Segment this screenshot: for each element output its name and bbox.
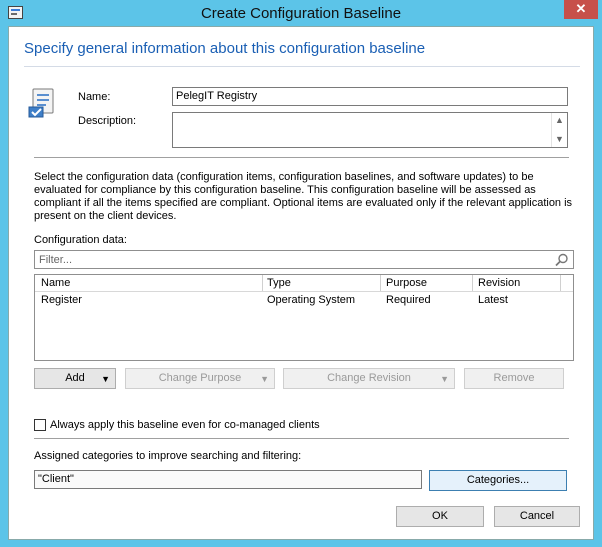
dialog-content: Specify general information about this c… [8, 26, 594, 540]
dropdown-arrow-icon: ▼ [440, 374, 449, 384]
categories-field[interactable]: "Client" [34, 470, 422, 489]
config-data-table[interactable]: Name Type Purpose Revision Register Oper… [34, 274, 574, 361]
heading-divider [24, 66, 580, 67]
column-header-purpose[interactable]: Purpose [386, 277, 427, 289]
add-button[interactable]: Add ▼ [34, 368, 116, 389]
section-divider [34, 438, 569, 439]
name-label: Name: [78, 91, 111, 103]
column-header-name[interactable]: Name [41, 277, 70, 289]
column-divider[interactable] [560, 275, 561, 291]
categories-button[interactable]: Categories... [429, 470, 567, 491]
page-heading: Specify general information about this c… [24, 40, 426, 57]
column-header-type[interactable]: Type [267, 277, 291, 289]
window-title: Create Configuration Baseline [200, 5, 402, 22]
dialog-window: Create Configuration Baseline ✕ Specify … [0, 0, 602, 547]
search-icon[interactable] [555, 253, 569, 267]
categories-label: Assigned categories to improve searching… [34, 450, 302, 462]
name-field[interactable]: PelegIT Registry [172, 87, 568, 106]
description-scrollbar[interactable]: ▲ ▼ [551, 113, 567, 147]
close-button[interactable]: ✕ [564, 0, 598, 19]
remove-button[interactable]: Remove [464, 368, 564, 389]
column-header-revision[interactable]: Revision [478, 277, 520, 289]
scroll-up-icon[interactable]: ▲ [552, 113, 567, 128]
dropdown-arrow-icon: ▼ [260, 374, 269, 384]
column-divider[interactable] [380, 275, 381, 291]
change-revision-button[interactable]: Change Revision ▼ [283, 368, 455, 389]
comanaged-checkbox[interactable] [34, 419, 46, 431]
filter-input[interactable] [35, 251, 543, 269]
column-divider[interactable] [472, 275, 473, 291]
ok-button[interactable]: OK [396, 506, 484, 527]
change-purpose-label: Change Purpose [158, 372, 242, 384]
description-label: Description: [78, 115, 137, 127]
config-data-label: Configuration data: [34, 234, 127, 246]
cell-purpose: Required [386, 294, 431, 306]
cancel-button[interactable]: Cancel [494, 506, 580, 527]
change-revision-label: Change Revision [327, 372, 411, 384]
info-text: Select the configuration data (configura… [34, 171, 573, 222]
baseline-icon [28, 88, 54, 118]
cell-type: Operating System [267, 294, 356, 306]
close-icon: ✕ [575, 1, 587, 16]
add-button-label: Add [65, 372, 85, 384]
table-header: Name Type Purpose Revision [35, 275, 573, 292]
table-row[interactable]: Register Operating System Required Lates… [35, 293, 573, 309]
change-purpose-button[interactable]: Change Purpose ▼ [125, 368, 275, 389]
title-bar[interactable]: Create Configuration Baseline ✕ [0, 0, 602, 26]
cell-name: Register [41, 294, 82, 306]
description-field[interactable]: ▲ ▼ [172, 112, 568, 148]
section-divider [34, 157, 569, 158]
column-divider[interactable] [262, 275, 263, 291]
filter-box[interactable] [34, 250, 574, 269]
dropdown-arrow-icon: ▼ [101, 374, 110, 384]
scroll-down-icon[interactable]: ▼ [552, 132, 567, 147]
cell-revision: Latest [478, 294, 508, 306]
comanaged-label[interactable]: Always apply this baseline even for co-m… [50, 419, 320, 431]
